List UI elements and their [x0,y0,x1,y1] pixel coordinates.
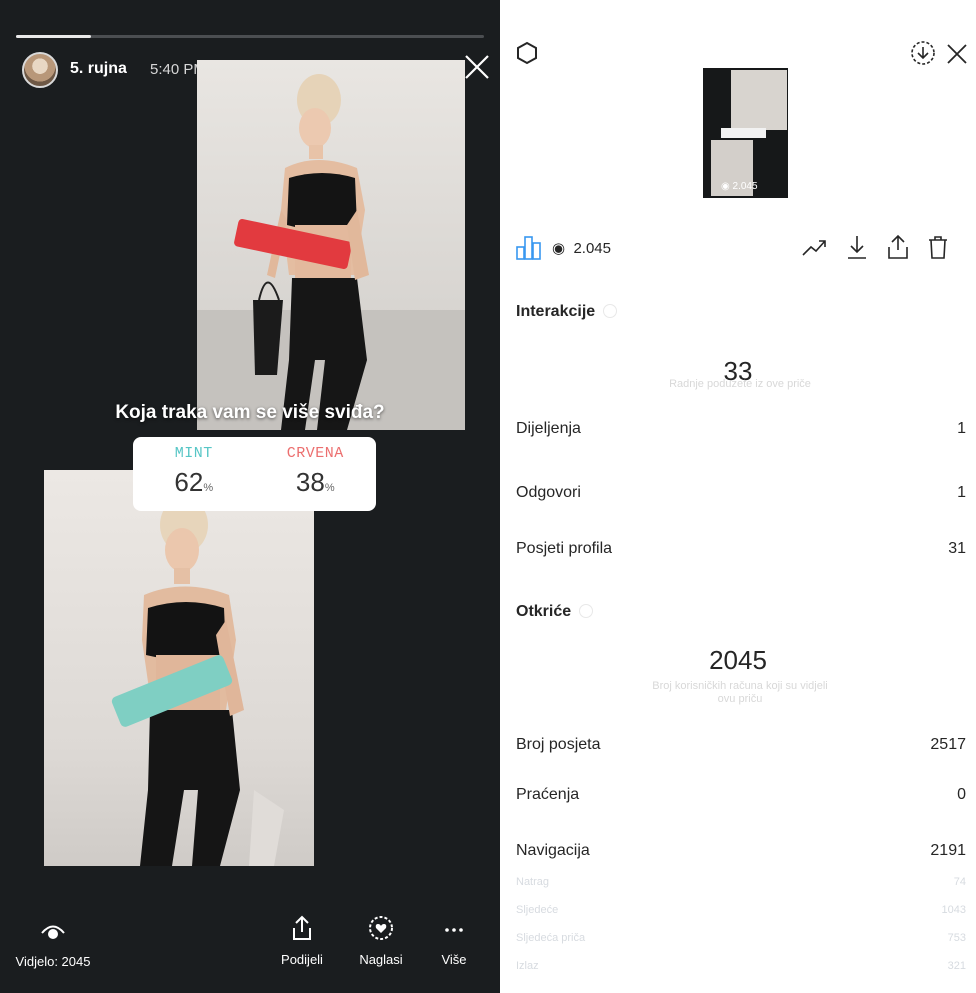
poll-option-label: CRVENA [286,445,344,462]
story-bottom-bar: Vidjelo: 2045 Podijeli Naglasi Više [0,900,500,993]
trending-icon[interactable] [800,233,828,261]
section-title-interactions: Interakcije [516,303,618,321]
stat-row-shares: Dijeljenja 1 [516,420,976,438]
stat-label: Posjeti profila [516,540,613,557]
poll-option-percent: 38% [295,467,335,497]
story-photo-red-band [197,60,465,430]
bar-chart-icon[interactable] [514,233,544,261]
stat-row-profile-visits: Posjeti profila 31 [516,540,976,558]
heart-circle-icon [369,916,393,940]
thumbnail-poll [721,128,766,138]
viewers-button[interactable]: Vidjelo: 2045 [8,922,98,969]
poll-option-mint[interactable]: MINT 62% [133,437,255,511]
stat-label: Odgovori [516,484,581,501]
more-button[interactable]: Više [434,914,474,967]
nav-subrow-back: Natrag 74 [516,876,966,888]
thumbnail-views: ◉ 2.045 [721,181,758,192]
nav-subrow-forward: Sljedeće 1043 [516,904,966,916]
share-label: Podijeli [281,952,323,967]
close-icon[interactable] [944,41,970,67]
poll-sticker[interactable]: MINT 62% CRVENA 38% [133,437,376,511]
info-icon[interactable] [603,304,618,318]
interactions-caption: Radnje poduzete iz ove priče [669,378,811,390]
download-icon[interactable] [844,233,870,261]
more-label: Više [441,952,467,967]
story-date: 5. rujna [70,60,127,77]
close-icon[interactable] [462,52,492,82]
stat-row-navigation: Navigacija 2191 [516,842,976,860]
nav-subrow-exit: Izlaz 321 [516,960,966,972]
poll-option-percent: 62% [174,467,214,497]
share-icon [293,915,311,940]
settings-hexagon-icon[interactable] [514,40,540,66]
share-button[interactable]: Podijeli [280,914,324,967]
nav-subrow-next-story: Sljedeća priča 753 [516,932,966,944]
stat-value: 0 [957,786,966,803]
discovery-caption: Broj korisničkih računa koji su vidjeli … [652,680,828,705]
download-circle-icon[interactable] [909,39,937,67]
discovery-total: 2045 [709,645,767,675]
story-photo-mint-band [44,470,314,866]
story-progress-bar [16,35,484,38]
stat-value: 2517 [930,736,966,753]
stat-label: Broj posjeta [516,736,601,753]
stat-row-impressions: Broj posjeta 2517 [516,736,976,754]
thumbnail-photo-top [731,70,787,130]
stat-row-follows: Praćenja 0 [516,786,976,804]
story-viewer: 5. rujna 5:40 PM Koja traka vam se više … [0,0,500,993]
story-progress-fill [16,35,91,38]
poll-option-label: MINT [174,445,213,462]
trash-icon[interactable] [926,233,950,261]
stat-value: 1 [957,420,966,437]
more-icon [445,928,463,932]
poll-question: Koja traka vam se više sviđa? [115,402,385,423]
insights-toolbar: ◉ 2.045 [500,233,976,263]
stat-row-replies: Odgovori 1 [516,484,976,502]
stat-value: 1 [957,484,966,501]
insights-panel: ◉ 2.045 ◉ 2.045 Interakcije 33 Radnje po… [500,0,976,993]
story-thumbnail[interactable]: ◉ 2.045 [703,68,788,198]
eye-icon [41,925,65,939]
section-title-discovery: Otkriće [516,603,594,621]
share-icon[interactable] [885,233,911,261]
info-icon[interactable] [579,604,594,618]
stat-label: Navigacija [516,842,590,859]
highlight-button[interactable]: Naglasi [353,914,409,967]
stat-label: Dijeljenja [516,420,581,437]
avatar[interactable] [22,52,58,88]
views-count: ◉ 2.045 [552,240,611,257]
stat-value: 31 [948,540,966,557]
highlight-label: Naglasi [359,952,403,967]
stat-value: 2191 [930,842,966,859]
viewers-count-label: Vidjelo: 2045 [15,954,91,969]
poll-option-crvena[interactable]: CRVENA 38% [255,437,377,511]
stat-label: Praćenja [516,786,580,803]
